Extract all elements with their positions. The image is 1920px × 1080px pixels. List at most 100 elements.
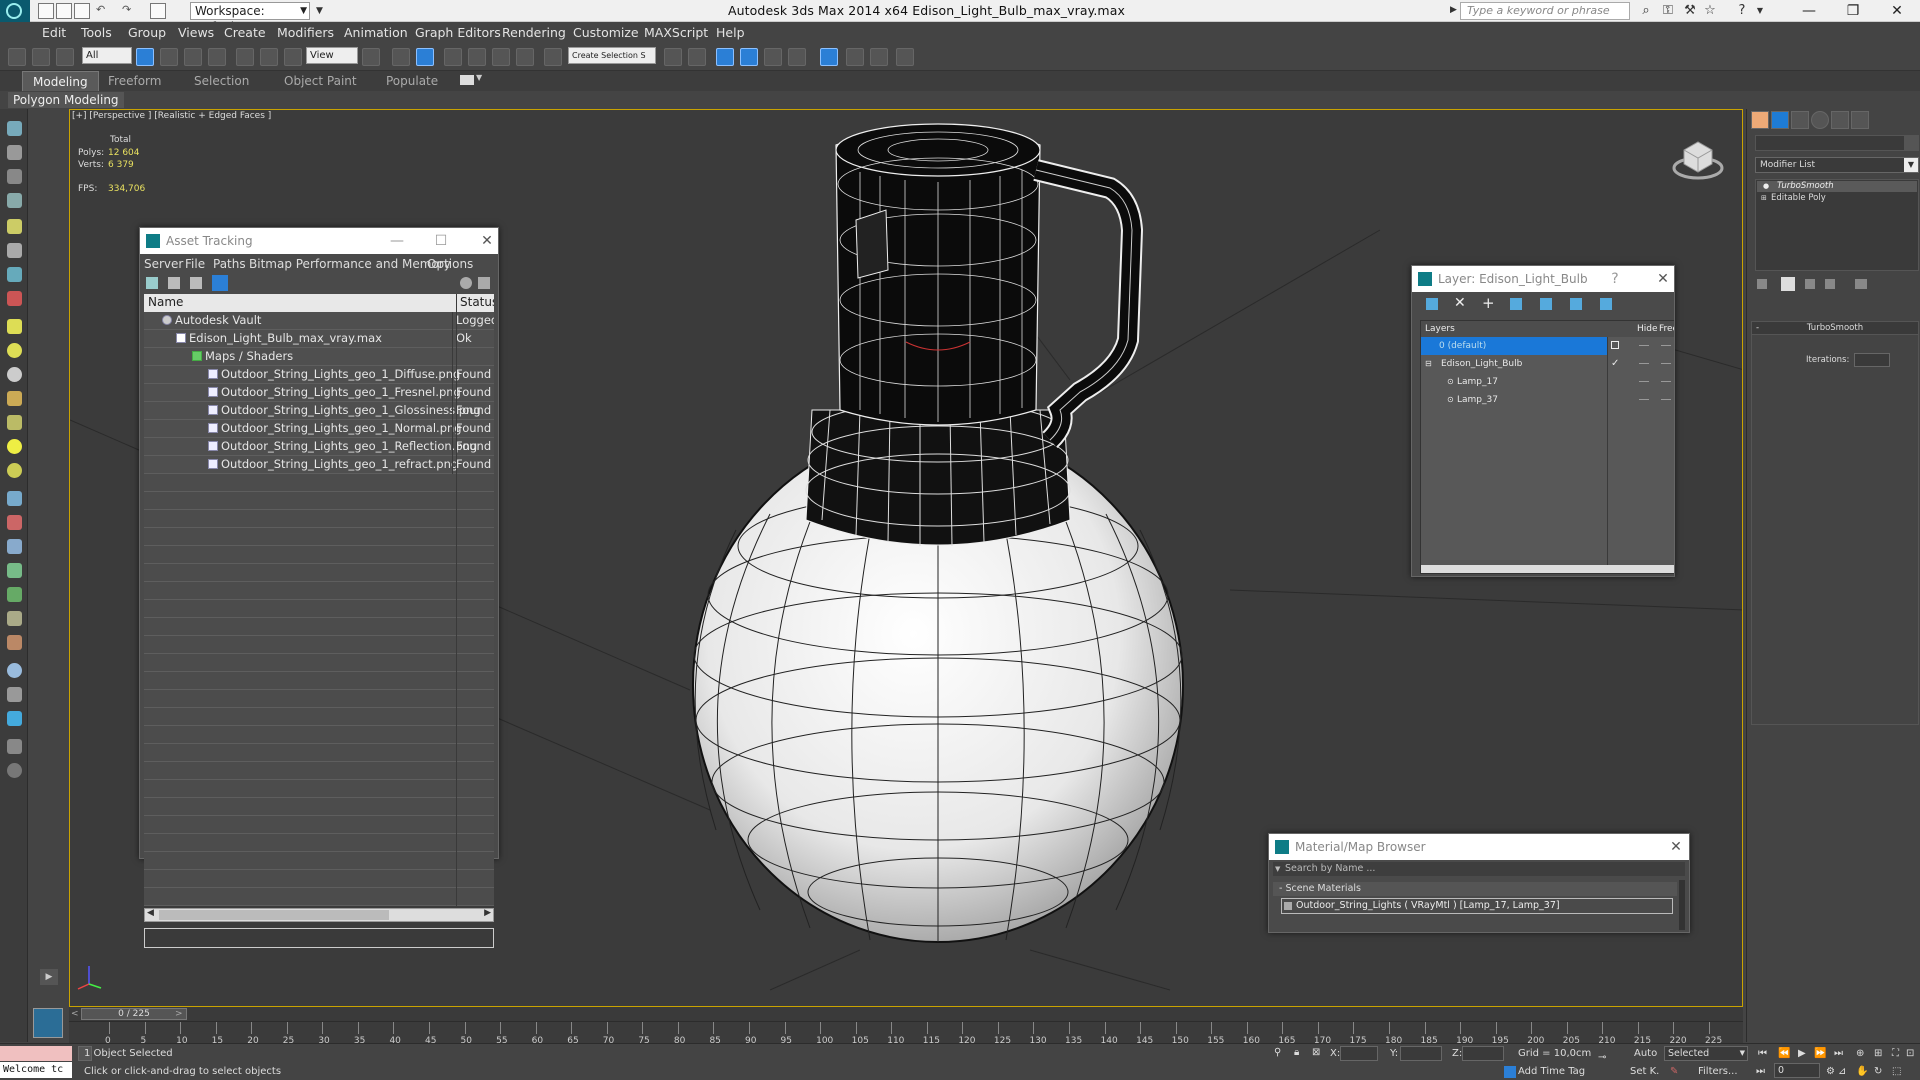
torus-primitive-icon[interactable] (7, 391, 22, 406)
help-icon[interactable]: ? (1734, 3, 1750, 19)
layer-window-titlebar[interactable]: Layer: Edison_Light_Bulb (1412, 266, 1674, 292)
configure-sets-icon[interactable] (1855, 279, 1867, 289)
percent-snap-icon[interactable] (492, 48, 510, 66)
ribbon-dropdown-icon[interactable]: ▼ (476, 73, 482, 82)
brush-icon[interactable] (7, 515, 22, 530)
show-end-result-icon[interactable] (1781, 277, 1795, 291)
modify-tab-icon[interactable] (1771, 111, 1789, 129)
zoom-all-icon[interactable]: ⊞ (1874, 1048, 1882, 1059)
orbit-icon[interactable]: ↻ (1874, 1066, 1882, 1077)
modifier-list-arrow-icon[interactable]: ▼ (1904, 158, 1918, 172)
select-manipulate-icon[interactable] (392, 48, 410, 66)
grid-tool-icon[interactable] (7, 193, 22, 208)
next-frame-icon[interactable]: ⏩ (1814, 1048, 1826, 1059)
zoom-extents-icon[interactable]: ⛶ (1892, 1048, 1899, 1059)
pin-icon[interactable]: ⚲ (1274, 1047, 1281, 1058)
window-crossing-icon[interactable] (208, 48, 226, 66)
material-vertical-scrollbar[interactable] (1679, 880, 1685, 930)
vray-icon[interactable] (7, 711, 22, 726)
menu-modifiers[interactable]: Modifiers (277, 25, 334, 40)
refresh-icon[interactable] (146, 277, 158, 289)
redo-icon[interactable]: ↷ (122, 3, 138, 19)
active-layer-icon[interactable] (1611, 341, 1619, 349)
hide-all-layers-icon[interactable] (1570, 298, 1582, 310)
scroll-left-icon[interactable]: ◀ (147, 908, 154, 918)
layer-row-lamp37[interactable]: ⊙ Lamp_37 (1421, 391, 1674, 409)
expand-stack-icon[interactable]: ⊞ (1761, 193, 1767, 204)
maxscript-listener-input[interactable]: Welcome tc (0, 1062, 72, 1078)
key-filter-arrow-icon[interactable]: ▼ (1740, 1047, 1745, 1060)
tab-selection[interactable]: Selection (184, 71, 259, 91)
cloth-icon[interactable] (7, 539, 22, 554)
asset-tracking-window[interactable]: Asset Tracking — ☐ ✕ Server File Paths B… (139, 227, 499, 948)
x-coord-field[interactable] (1340, 1046, 1378, 1061)
make-unique-icon[interactable] (1805, 279, 1815, 289)
asset-row-fresnel[interactable]: Outdoor_String_Lights_geo_1_Fresnel.png … (144, 384, 494, 402)
hierarchy-tab-icon[interactable] (1791, 111, 1809, 129)
play-icon[interactable]: ▶ (1798, 1048, 1806, 1059)
prev-frame-icon[interactable]: ⏪ (1778, 1048, 1790, 1059)
sun-light-icon[interactable] (7, 439, 22, 454)
container-icon[interactable] (7, 739, 22, 754)
edit-named-selection-icon[interactable] (544, 48, 562, 66)
turbosmooth-rollout-header[interactable]: - TurboSmooth (1751, 321, 1919, 335)
ref-coord-dropdown[interactable]: View (306, 47, 358, 64)
ribbon-toggle-icon[interactable] (460, 75, 474, 85)
menu-create[interactable]: Create (224, 25, 266, 40)
asset-row-diffuse[interactable]: Outdoor_String_Lights_geo_1_Diffuse.png … (144, 366, 494, 384)
time-next-icon[interactable]: > (175, 1009, 183, 1019)
layer-horizontal-scrollbar[interactable] (1421, 565, 1674, 573)
key-mode-icon[interactable]: ⊸ (1598, 1052, 1606, 1063)
help-dropdown-icon[interactable]: ▼ (1752, 3, 1768, 19)
star-icon[interactable]: ☆ (1702, 3, 1718, 19)
key-mode-toggle-icon[interactable]: ⏭ (1756, 1066, 1765, 1077)
asset-horizontal-scrollbar[interactable]: ◀ ▶ (144, 908, 494, 922)
scale-icon[interactable] (284, 48, 302, 66)
select-object-icon[interactable] (136, 48, 154, 66)
asset-row-glossiness[interactable]: Outdoor_String_Lights_geo_1_Glossiness.p… (144, 402, 494, 420)
named-selection-dropdown[interactable]: Create Selection S (568, 47, 656, 64)
layer-manager-icon[interactable] (740, 48, 758, 66)
key-icon[interactable]: ⚿ (1660, 3, 1676, 19)
plane-tool-icon[interactable] (7, 169, 22, 184)
time-slider-thumb[interactable]: 0 / 225 (81, 1008, 187, 1020)
layer-row-default[interactable]: 0 (default) (1421, 337, 1674, 355)
auto-key-button[interactable]: Auto (1634, 1048, 1657, 1059)
layer-window[interactable]: Layer: Edison_Light_Bulb ? ✕ ✕ + Layers … (1411, 265, 1675, 577)
asset-row-reflection[interactable]: Outdoor_String_Lights_geo_1_Reflection.p… (144, 438, 494, 456)
unlink-icon[interactable] (32, 48, 50, 66)
maximize-button[interactable]: ❐ (1830, 0, 1876, 22)
pivot-icon[interactable] (362, 48, 380, 66)
tree-view-icon[interactable] (190, 277, 202, 289)
tools-icon[interactable]: ⚒ (1682, 3, 1698, 19)
paint-icon[interactable] (7, 491, 22, 506)
create-tool-icon[interactable] (7, 121, 22, 136)
asset-menu-bitmap-performance[interactable]: Bitmap Performance and Memory (249, 257, 451, 271)
modifier-list-dropdown[interactable]: Modifier List ▼ (1755, 157, 1919, 173)
render-frame-icon[interactable] (896, 48, 914, 66)
box-primitive-icon[interactable] (7, 319, 22, 334)
viewcube-icon[interactable] (1672, 132, 1724, 182)
menu-customize[interactable]: Customize (573, 25, 639, 40)
hair-icon[interactable] (7, 563, 22, 578)
lock-selection-icon[interactable]: 🔒︎ (1294, 1047, 1299, 1058)
time-config-icon[interactable]: ⚙ (1826, 1066, 1835, 1077)
schematic-view-icon[interactable] (820, 48, 838, 66)
time-tag-icon[interactable] (1504, 1066, 1516, 1078)
asset-help-icon[interactable] (460, 277, 472, 289)
layer-checkmark-icon[interactable]: ✓ (1611, 355, 1619, 373)
tab-modeling[interactable]: Modeling (22, 71, 99, 91)
app-logo-icon[interactable] (0, 0, 30, 22)
scroll-thumb[interactable] (159, 910, 389, 920)
zoom-extents-all-icon[interactable]: ⊡ (1906, 1048, 1914, 1059)
material-item[interactable]: Outdoor_String_Lights ( VRayMtl ) [Lamp_… (1281, 898, 1673, 914)
utilities-tab-icon[interactable] (1851, 111, 1869, 129)
iterations-spinner[interactable] (1854, 353, 1890, 367)
bulb-toggle-icon[interactable]: ● (1763, 181, 1769, 192)
goto-end-icon[interactable]: ⏭ (1834, 1048, 1843, 1059)
scene-explorer-icon[interactable] (7, 687, 22, 702)
angle-snap-icon[interactable] (468, 48, 486, 66)
material-browser-close-button[interactable]: ✕ (1663, 834, 1689, 860)
binoculars-icon[interactable]: ⌕ (1638, 3, 1654, 19)
new-file-icon[interactable] (38, 3, 54, 19)
